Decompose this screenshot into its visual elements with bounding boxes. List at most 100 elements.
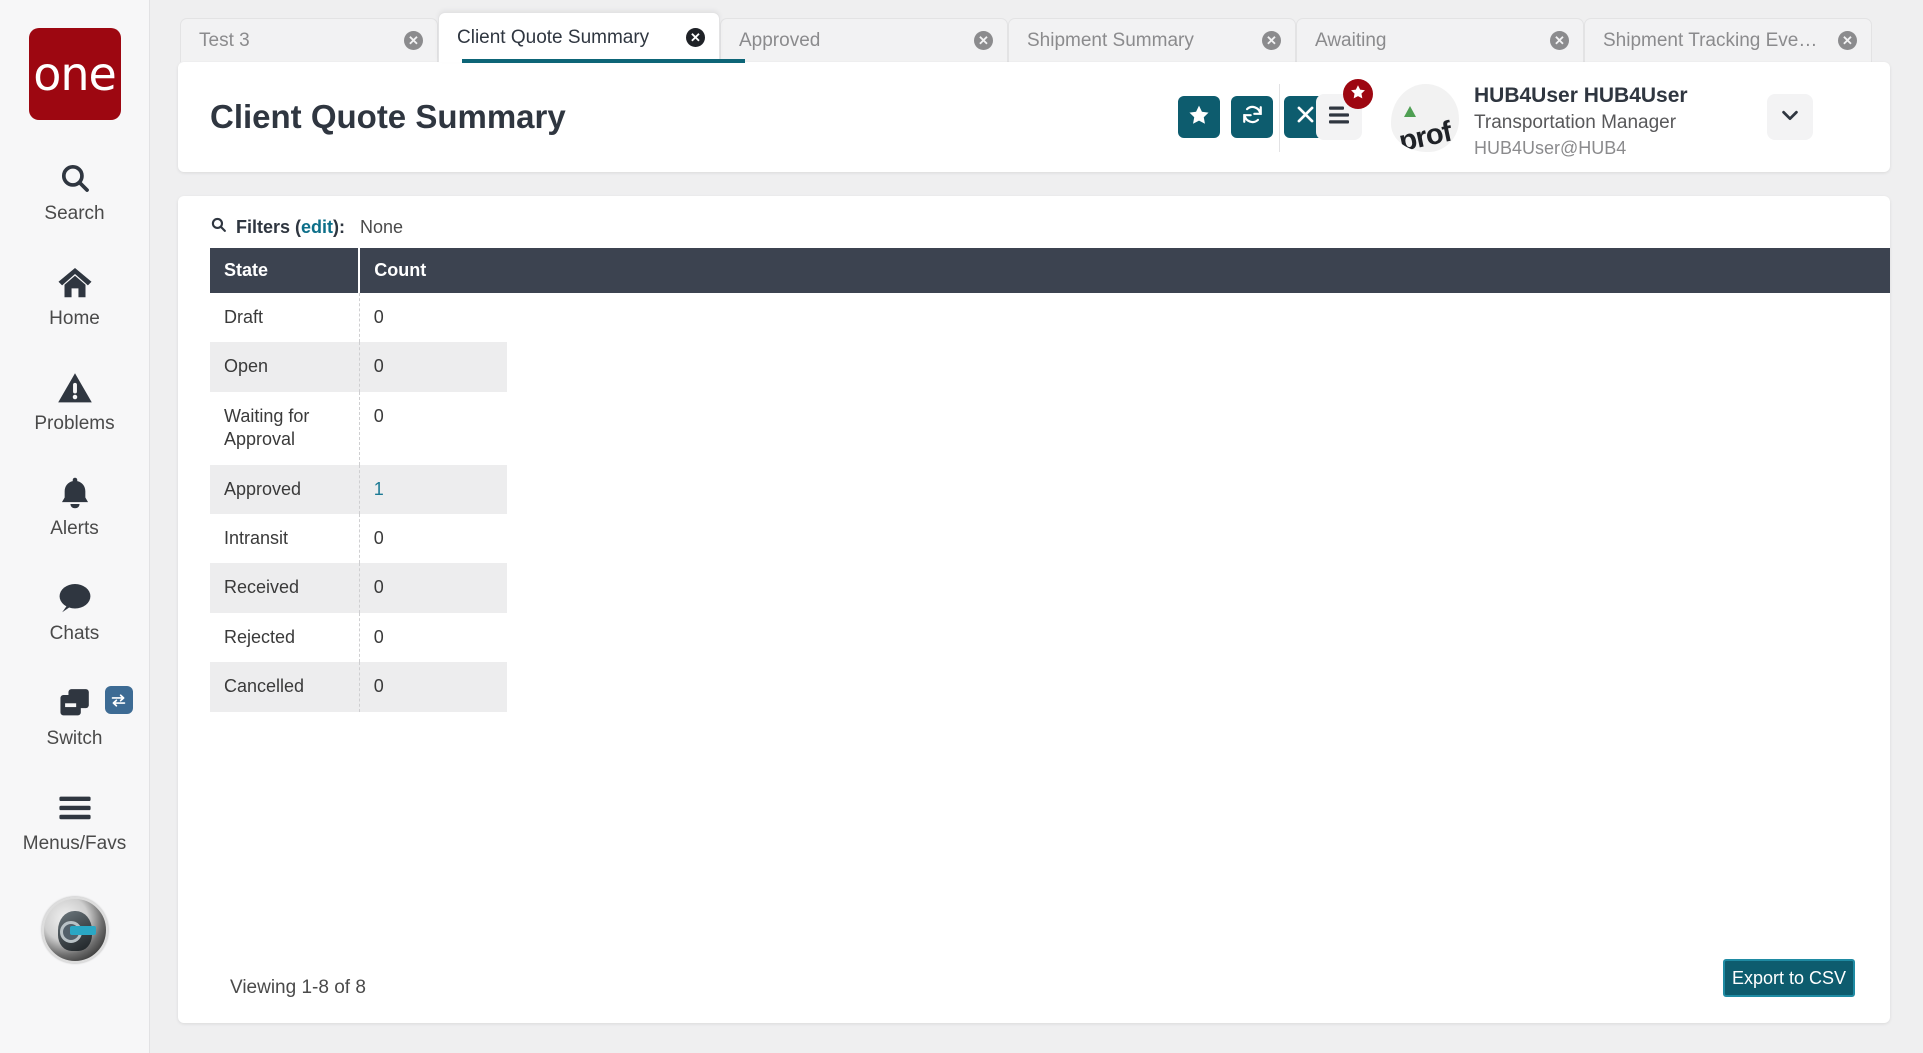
switch-windows-icon bbox=[57, 683, 93, 723]
cell-state: Approved bbox=[210, 464, 360, 514]
header-action-buttons bbox=[1178, 96, 1326, 138]
close-circle-icon[interactable]: ✕ bbox=[404, 31, 423, 50]
client-quote-summary-table: State Count Draft 0 Open 0 Waiting for A… bbox=[210, 248, 1890, 712]
page-title: Client Quote Summary bbox=[210, 98, 566, 135]
table-row[interactable]: Draft 0 bbox=[210, 293, 1890, 343]
star-icon bbox=[1350, 84, 1366, 105]
cell-state: Intransit bbox=[210, 513, 360, 564]
cell-count: 0 bbox=[359, 563, 508, 613]
sidebar-item-label: Problems bbox=[34, 413, 115, 434]
close-circle-icon[interactable]: ✕ bbox=[974, 31, 993, 50]
table-row[interactable]: Intransit 0 bbox=[210, 513, 1890, 564]
table-row[interactable]: Approved 1 bbox=[210, 464, 1890, 514]
cell-state: Draft bbox=[210, 293, 360, 343]
avatar-placeholder-text: prof bbox=[1395, 115, 1454, 152]
page-header-card: Client Quote Summary prof HUB4User HUB4U… bbox=[178, 62, 1890, 172]
sidebar-item-label: Alerts bbox=[50, 518, 99, 539]
header-divider bbox=[1279, 84, 1280, 152]
tab-label: Test 3 bbox=[199, 29, 250, 51]
table-header-row: State Count bbox=[210, 248, 1890, 293]
tab-label: Client Quote Summary bbox=[457, 26, 650, 48]
sidebar-item-alerts[interactable]: Alerts bbox=[0, 473, 150, 540]
tab-approved[interactable]: Approved ✕ bbox=[720, 18, 1008, 62]
column-header-count[interactable]: Count bbox=[359, 248, 508, 293]
tab-label: Approved bbox=[739, 29, 821, 51]
close-circle-icon[interactable]: ✕ bbox=[1262, 31, 1281, 50]
tab-shipment-summary[interactable]: Shipment Summary ✕ bbox=[1008, 18, 1296, 62]
tab-shipment-tracking-event-r[interactable]: Shipment Tracking Event R... ✕ bbox=[1584, 18, 1872, 62]
filters-edit-link[interactable]: edit bbox=[301, 217, 333, 238]
refresh-button[interactable] bbox=[1231, 96, 1273, 138]
tab-bar: Test 3 ✕ Client Quote Summary ✕ Approved… bbox=[150, 0, 1923, 62]
cell-count: 0 bbox=[359, 293, 508, 343]
export-to-csv-button[interactable]: Export to CSV bbox=[1723, 959, 1855, 997]
cell-count: 0 bbox=[359, 662, 508, 712]
close-circle-icon[interactable]: ✕ bbox=[686, 28, 705, 47]
cell-state: Open bbox=[210, 342, 360, 392]
user-info: HUB4User HUB4User Transportation Manager… bbox=[1474, 82, 1688, 160]
hamburger-list-icon bbox=[1327, 105, 1351, 130]
close-circle-icon[interactable]: ✕ bbox=[1838, 31, 1857, 50]
user-name: HUB4User HUB4User bbox=[1474, 84, 1688, 107]
table-body: Draft 0 Open 0 Waiting for Approval 0 Ap… bbox=[210, 293, 1890, 712]
sidebar-item-label: Switch bbox=[46, 728, 103, 749]
table-row[interactable]: Open 0 bbox=[210, 342, 1890, 392]
column-header-filler bbox=[507, 248, 1890, 293]
x-icon bbox=[1295, 104, 1316, 130]
filter-bar: Filters ( edit ): None bbox=[210, 216, 403, 238]
broken-image-icon bbox=[1404, 106, 1416, 117]
sidebar-item-problems[interactable]: Problems bbox=[0, 368, 150, 435]
table-row[interactable]: Rejected 0 bbox=[210, 612, 1890, 663]
tab-client-quote-summary[interactable]: Client Quote Summary ✕ bbox=[438, 12, 720, 62]
brand-logo-text: one bbox=[33, 47, 117, 101]
menus-favs-badge bbox=[1343, 79, 1373, 109]
bot-visor-shape bbox=[69, 926, 96, 935]
tab-label: Shipment Summary bbox=[1027, 29, 1194, 51]
main-content-card: Filters ( edit ): None State Count Draft… bbox=[178, 196, 1890, 1023]
column-header-state[interactable]: State bbox=[210, 248, 361, 293]
sidebar-item-label: Home bbox=[49, 308, 100, 329]
table-header: State Count bbox=[210, 248, 1890, 293]
sidebar-item-chats[interactable]: Chats bbox=[0, 578, 150, 645]
cell-count: 1 bbox=[359, 464, 508, 514]
star-icon bbox=[1188, 104, 1210, 131]
sidebar-item-menus-favs[interactable]: Menus/Favs bbox=[0, 788, 150, 855]
tab-label: Shipment Tracking Event R... bbox=[1603, 29, 1826, 51]
user-email: HUB4User@HUB4 bbox=[1474, 137, 1627, 158]
bell-icon bbox=[59, 473, 91, 513]
cell-count: 0 bbox=[359, 612, 508, 663]
table-row[interactable]: Cancelled 0 bbox=[210, 662, 1890, 712]
warning-triangle-icon bbox=[57, 368, 93, 408]
user-role: Transportation Manager bbox=[1474, 112, 1677, 134]
cell-state: Cancelled bbox=[210, 662, 360, 712]
count-link[interactable]: 1 bbox=[374, 479, 384, 499]
table-row[interactable]: Received 0 bbox=[210, 563, 1890, 613]
cell-count: 0 bbox=[359, 391, 508, 465]
home-icon bbox=[57, 263, 93, 303]
favorite-button[interactable] bbox=[1178, 96, 1220, 138]
close-circle-icon[interactable]: ✕ bbox=[1550, 31, 1569, 50]
cell-count: 0 bbox=[359, 513, 508, 564]
sidebar-item-home[interactable]: Home bbox=[0, 263, 150, 330]
sidebar-item-switch[interactable]: Switch bbox=[0, 683, 150, 750]
tab-test-3[interactable]: Test 3 ✕ bbox=[180, 18, 438, 62]
user-menu-button[interactable] bbox=[1767, 94, 1813, 140]
viewing-count-text: Viewing 1-8 of 8 bbox=[230, 977, 366, 998]
cell-state: Rejected bbox=[210, 612, 360, 663]
avatar[interactable]: prof bbox=[1391, 84, 1459, 152]
tab-awaiting[interactable]: Awaiting ✕ bbox=[1296, 18, 1584, 62]
switch-toggle-badge[interactable] bbox=[104, 686, 133, 714]
brand-logo[interactable]: one bbox=[28, 28, 121, 120]
active-tab-accent-bar bbox=[462, 59, 745, 63]
table-row[interactable]: Waiting for Approval 0 bbox=[210, 391, 1890, 465]
left-sidebar: one Search Home Problems Alerts Chats Sw… bbox=[0, 0, 150, 1053]
tab-label: Awaiting bbox=[1315, 29, 1387, 51]
sidebar-item-search[interactable]: Search bbox=[0, 158, 150, 225]
hamburger-icon bbox=[58, 788, 92, 828]
filters-label-suffix: ): bbox=[333, 216, 346, 237]
chat-bubble-icon bbox=[57, 578, 93, 618]
bot-avatar-icon[interactable] bbox=[41, 897, 108, 963]
chevron-down-icon bbox=[1779, 104, 1801, 131]
sidebar-item-label: Chats bbox=[49, 623, 100, 644]
sidebar-item-label: Search bbox=[44, 203, 105, 224]
